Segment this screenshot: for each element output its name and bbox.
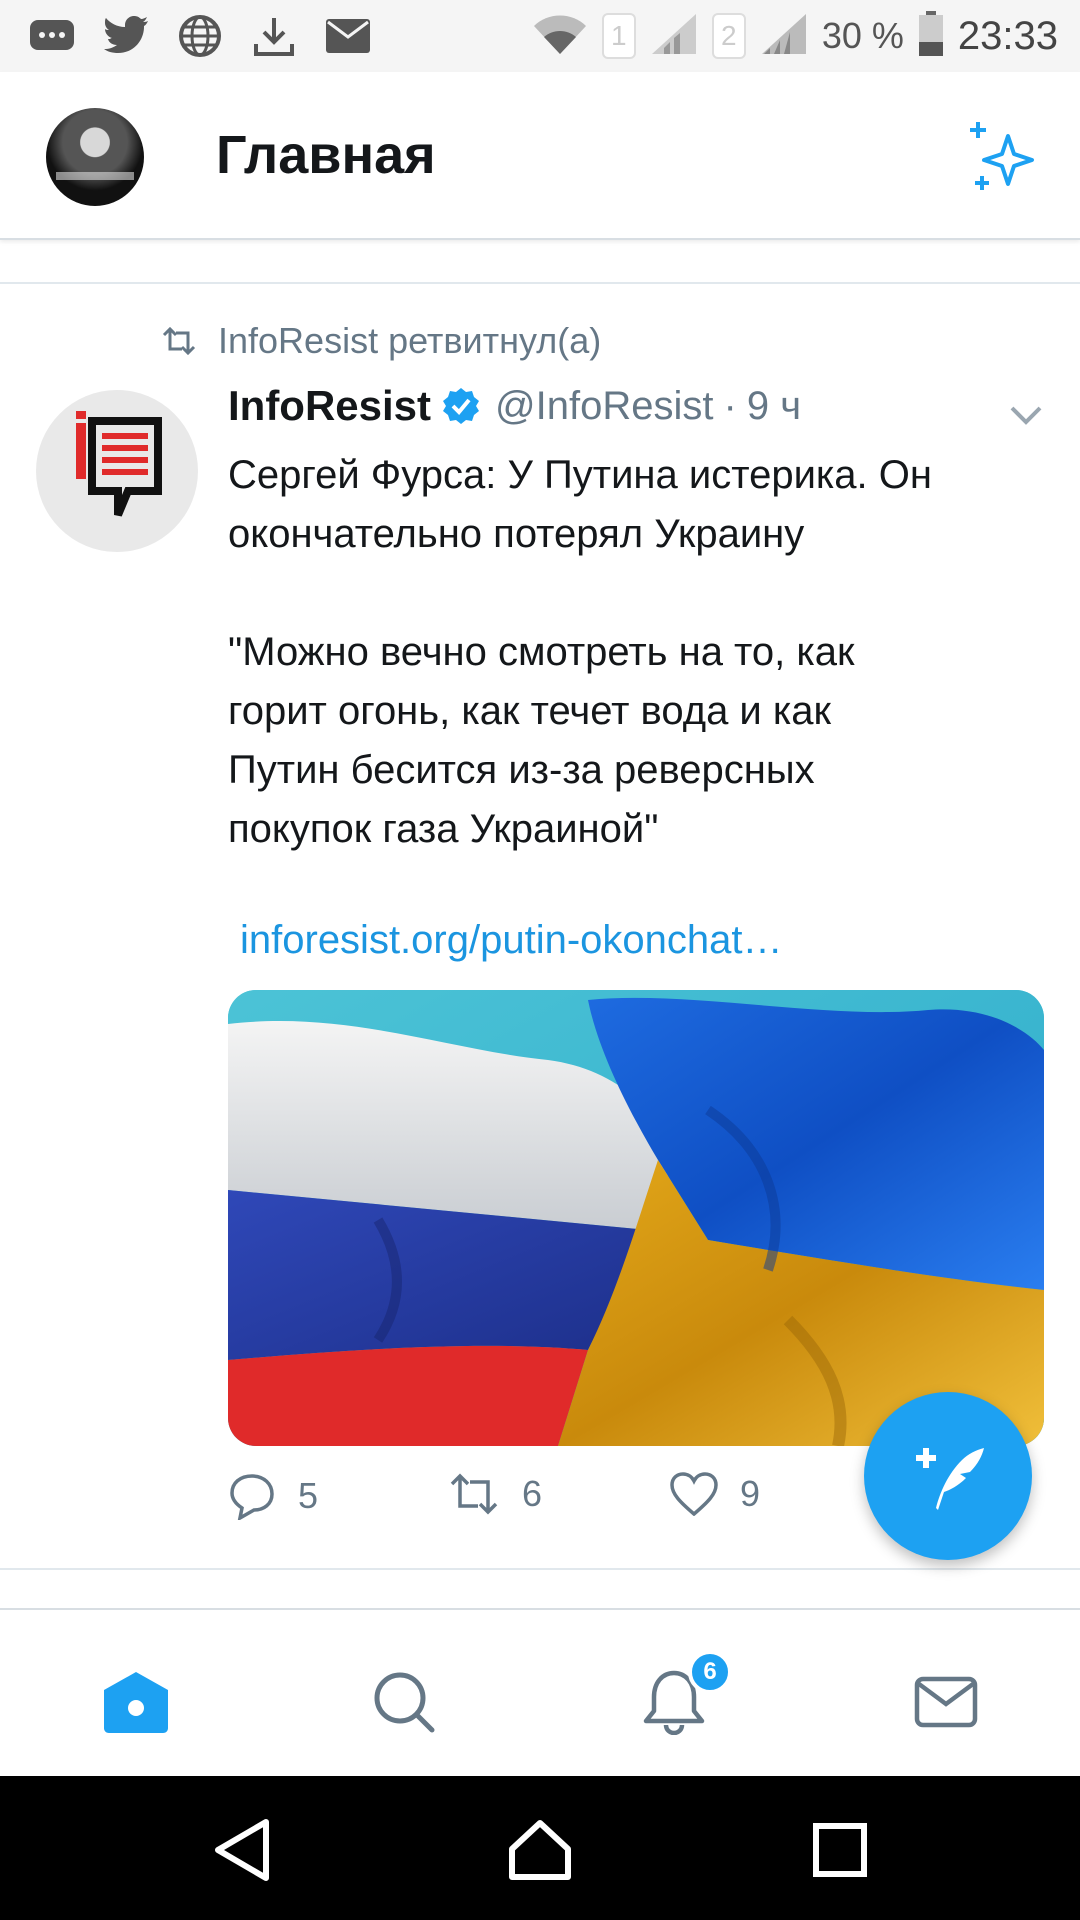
home-icon [104,1672,168,1733]
retweet-count: 6 [522,1473,543,1514]
back-icon [215,1819,269,1881]
reply-button[interactable]: 5 [228,1472,318,1520]
sparkle-icon[interactable] [964,118,1044,198]
reply-count: 5 [298,1475,319,1516]
download-icon [248,10,300,62]
battery-icon [918,10,944,62]
back-button[interactable] [202,1810,282,1890]
tweet-text-line: Путин бесится из-за реверсных [228,748,815,792]
app-header: Главная [0,72,1080,240]
clock: 23:33 [957,13,1058,58]
recents-icon [813,1823,867,1877]
tab-home[interactable] [100,1666,172,1738]
retweet-icon [450,1473,498,1515]
tweet-text-line: окончательно потерял Украину [228,512,805,556]
profile-avatar[interactable] [46,108,144,206]
separator: · [723,383,737,428]
battery-percentage: 30 % [821,15,904,56]
like-count: 9 [740,1473,761,1514]
wifi-icon [532,12,588,61]
tweet-time[interactable]: 9 ч [747,384,801,429]
chat-icon [26,10,78,62]
signal-icon [760,12,808,61]
verified-badge-icon [443,388,480,424]
tweet-text-line: "Можно вечно смотреть на то, как [228,630,855,674]
tab-messages[interactable] [910,1666,982,1738]
retweet-icon [162,327,196,355]
tweet-text-line: Сергей Фурса: У Путина истерика. Он [228,453,932,497]
previous-tweet-actions [0,240,1080,284]
search-icon [374,1672,435,1733]
heart-icon [670,1472,718,1516]
globe-icon [174,10,226,62]
tweet-image[interactable] [228,990,1044,1446]
author-handle[interactable]: @InfoResist [495,384,713,429]
messages-icon [914,1676,978,1728]
author-avatar[interactable] [36,390,198,552]
tweet-text-line: покупок газа Украиной" [228,807,659,851]
tweet-text-line: горит огонь, как течет вода и как [228,689,832,733]
sim-1-indicator: 1 [601,13,636,59]
page-title: Главная [216,125,436,185]
tab-search[interactable] [368,1666,440,1738]
status-bar: 1 2 30 % 23:33 [0,0,1080,72]
author-name[interactable]: InfoResist [228,382,431,430]
retweet-label: InfoResist ретвитнул(а) [218,320,602,361]
mail-icon [322,10,374,62]
compose-tweet-button[interactable] [864,1392,1032,1560]
home-nav-icon [509,1820,571,1880]
home-button[interactable] [500,1810,580,1890]
tweet-header: InfoResist @InfoResist · 9 ч [228,382,1048,430]
like-button[interactable]: 9 [670,1472,760,1516]
system-navigation-bar [0,1776,1080,1920]
signal-icon [650,12,698,61]
notification-count-badge: 6 [688,1650,732,1694]
tweet-card[interactable]: InfoResist ретвитнул(а) InfoResist @Info… [0,286,1080,1570]
tweet-link[interactable]: inforesist.org/putin-okonchat… [240,918,783,963]
tweet-text: Сергей Фурса: У Путина истерика. Он окон… [228,446,1048,859]
sim-2-indicator: 2 [711,13,746,59]
twitter-icon [100,10,152,62]
recents-button[interactable] [800,1810,880,1890]
chevron-down-icon[interactable] [1006,400,1046,430]
reply-icon [230,1474,274,1520]
retweet-button[interactable]: 6 [448,1472,542,1516]
bottom-tab-bar: 6 [0,1608,1080,1776]
compose-tweet-icon [916,1448,984,1510]
next-tweet-edge [0,1572,1080,1608]
retweet-context: InfoResist ретвитнул(а) [160,320,601,362]
